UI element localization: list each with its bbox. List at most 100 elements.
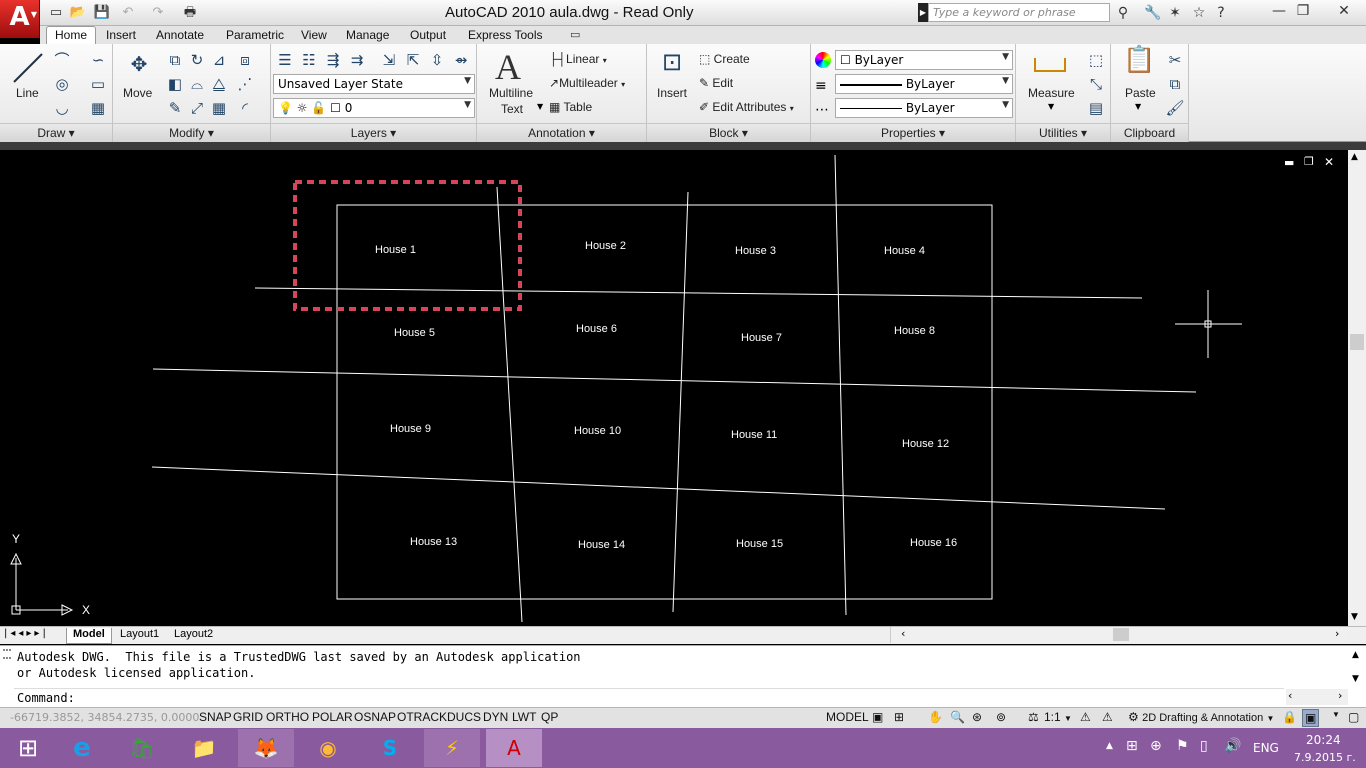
block-panel-title[interactable]: Block ▾ bbox=[647, 123, 810, 142]
house-label[interactable]: House 8 bbox=[894, 325, 935, 337]
edit-block-button[interactable]: ✎ Edit bbox=[699, 76, 733, 90]
layer-dropdown[interactable]: 💡 ☼ 🔓 ☐ 0 ▼ bbox=[273, 98, 475, 118]
line-tool-icon[interactable] bbox=[10, 50, 46, 86]
layer-properties-icon[interactable]: ☰ bbox=[275, 50, 295, 70]
flag-icon[interactable]: ⚑ bbox=[1176, 738, 1189, 754]
house-label[interactable]: House 7 bbox=[741, 332, 782, 344]
undo-icon[interactable]: ↶ bbox=[118, 3, 138, 22]
linetype-dropdown[interactable]: ByLayer ▼ bbox=[835, 74, 1013, 94]
binoculars-icon[interactable]: ⚲ bbox=[1112, 3, 1134, 23]
table-button[interactable]: ▦ Table bbox=[549, 100, 592, 114]
layer-walk-icon[interactable]: ⇴ bbox=[451, 50, 471, 70]
copy-clip-icon[interactable]: ⧉ bbox=[1165, 74, 1185, 94]
redo-icon[interactable]: ↷ bbox=[148, 3, 168, 22]
dyn-toggle[interactable]: DYN bbox=[481, 709, 510, 727]
layout-nav-arrows[interactable]: |◂◂▸▸| bbox=[4, 628, 49, 639]
multiline-text-label-line2[interactable]: Text bbox=[501, 102, 523, 116]
scroll-left-icon[interactable]: ‹ bbox=[1288, 689, 1292, 702]
house-label[interactable]: House 6 bbox=[576, 323, 617, 335]
multileader-button[interactable]: ↗Multileader ▾ bbox=[549, 76, 625, 90]
windows-store-icon[interactable]: 🛍 bbox=[114, 729, 170, 767]
tab-layout1[interactable]: Layout1 bbox=[114, 628, 165, 644]
communication-center-icon[interactable]: 🔧 bbox=[1142, 3, 1164, 23]
house-label[interactable]: House 5 bbox=[394, 327, 435, 339]
tab-home[interactable]: Home bbox=[46, 26, 97, 45]
tab-insert[interactable]: Insert bbox=[98, 27, 144, 45]
curve-icon[interactable]: ∽ bbox=[88, 50, 108, 70]
chevron-down-icon[interactable]: ▼ bbox=[1135, 102, 1141, 111]
circle-icon[interactable]: ◎ bbox=[52, 74, 72, 94]
snap-toggle[interactable]: SNAP bbox=[197, 709, 234, 727]
rotate-icon[interactable]: ↻ bbox=[187, 50, 207, 70]
save-icon[interactable]: 💾 bbox=[92, 3, 112, 22]
edit-attributes-button[interactable]: ✐ Edit Attributes ▾ bbox=[699, 100, 794, 114]
coordinate-readout[interactable]: -66719.3852, 34854.2735, 0.0000 bbox=[10, 711, 199, 724]
select-all-icon[interactable]: ⤡ bbox=[1086, 74, 1106, 94]
otrack-toggle[interactable]: OTRACK bbox=[395, 709, 449, 727]
grid-toggle[interactable]: GRID bbox=[231, 709, 265, 727]
color-dropdown[interactable]: ☐ ByLayer ▼ bbox=[835, 50, 1013, 70]
ribbon-toggle-icon[interactable]: ▭ bbox=[570, 28, 580, 41]
offset-icon[interactable]: ⧈ bbox=[235, 50, 255, 70]
scroll-left-icon[interactable]: ‹ bbox=[901, 627, 905, 640]
trim-icon[interactable]: ⊿ bbox=[209, 50, 229, 70]
osnap-toggle[interactable]: OSNAP bbox=[352, 709, 398, 727]
command-input[interactable]: Command: bbox=[14, 688, 1284, 706]
subscription-icon[interactable]: ✶ bbox=[1164, 3, 1186, 23]
draw-panel-title[interactable]: Draw ▾ bbox=[0, 123, 112, 142]
quick-select-icon[interactable]: ⬚ bbox=[1086, 50, 1106, 70]
horizontal-scrollbar[interactable]: ‹ › bbox=[890, 627, 1348, 643]
tab-express-tools[interactable]: Express Tools bbox=[460, 27, 550, 45]
drawing-area[interactable]: House 1 House 2 House 3 House 4 House 5 … bbox=[0, 150, 1348, 626]
tab-output[interactable]: Output bbox=[402, 27, 454, 45]
favorites-star-icon[interactable]: ☆ bbox=[1188, 3, 1210, 23]
house-label[interactable]: House 13 bbox=[410, 536, 457, 548]
scroll-up-icon[interactable]: ▲ bbox=[1351, 152, 1358, 162]
annotation-panel-title[interactable]: Annotation ▾ bbox=[477, 123, 646, 142]
viewport-close-icon[interactable]: ✕ bbox=[1324, 155, 1334, 169]
match-properties-icon[interactable]: 🖌 bbox=[1165, 98, 1185, 118]
house-label[interactable]: House 11 bbox=[731, 429, 777, 441]
language-indicator[interactable]: ENG bbox=[1253, 741, 1279, 755]
move-icon[interactable]: ✥ bbox=[127, 54, 151, 78]
paste-icon[interactable]: 📋 bbox=[1123, 47, 1155, 82]
polyline-icon[interactable]: ⌒ bbox=[52, 50, 72, 70]
plot-icon[interactable]: 🖶 bbox=[180, 3, 200, 22]
windows-start-icon[interactable]: ⊞ bbox=[0, 729, 56, 767]
multiline-text-label-line1[interactable]: Multiline bbox=[489, 86, 533, 100]
grip-icon[interactable] bbox=[3, 649, 11, 659]
steering-wheel-icon[interactable]: ⊛ bbox=[970, 709, 984, 727]
show-hidden-icons[interactable]: ▲ bbox=[1106, 741, 1113, 751]
insert-block-icon[interactable]: ⊡ bbox=[657, 50, 687, 82]
restore-window-icon[interactable]: ❐ bbox=[1288, 0, 1318, 24]
house-label[interactable]: House 14 bbox=[578, 539, 625, 551]
house-label[interactable]: House 16 bbox=[910, 537, 957, 549]
showmotion-icon[interactable]: ⊚ bbox=[994, 709, 1008, 727]
cut-icon[interactable]: ✂ bbox=[1165, 50, 1185, 70]
arc-icon[interactable]: ◡ bbox=[52, 98, 72, 118]
properties-panel-title[interactable]: Properties ▾ bbox=[811, 123, 1015, 142]
lineweight-dropdown[interactable]: ByLayer ▼ bbox=[835, 98, 1013, 118]
rectangle-icon[interactable]: ▭ bbox=[88, 74, 108, 94]
house-label[interactable]: House 9 bbox=[390, 423, 431, 435]
line-tool-label[interactable]: Line bbox=[16, 86, 39, 100]
search-input[interactable]: Type a keyword or phrase bbox=[928, 3, 1110, 22]
hatch-icon[interactable]: ▦ bbox=[88, 98, 108, 118]
quick-view-drawings-icon[interactable]: ⊞ bbox=[892, 709, 906, 727]
autocad-taskbar-icon[interactable]: A bbox=[486, 729, 542, 767]
fillet-icon[interactable]: ⌓ bbox=[187, 74, 207, 94]
copy-icon[interactable]: ⧉ bbox=[165, 50, 185, 70]
viewport-minimize-icon[interactable]: ▬ bbox=[1284, 156, 1294, 169]
action-center-icon[interactable]: ⊞ bbox=[1126, 738, 1138, 754]
layer-previous-icon[interactable]: ☷ bbox=[299, 50, 319, 70]
tab-layout2[interactable]: Layout2 bbox=[168, 628, 219, 644]
house-label[interactable]: House 15 bbox=[736, 538, 783, 550]
file-explorer-icon[interactable]: 📁 bbox=[176, 729, 232, 767]
autoscale-icon[interactable]: ⚠ bbox=[1100, 709, 1115, 727]
chevron-down-icon[interactable]: ▼ bbox=[537, 102, 543, 111]
tab-view[interactable]: View bbox=[293, 27, 335, 45]
scale-icon[interactable]: ⤢ bbox=[187, 98, 207, 118]
linear-dimension-button[interactable]: ├┤Linear ▾ bbox=[549, 52, 607, 66]
scroll-thumb-h[interactable] bbox=[1113, 628, 1129, 641]
status-menu-icon[interactable]: ▼ bbox=[1330, 709, 1342, 727]
